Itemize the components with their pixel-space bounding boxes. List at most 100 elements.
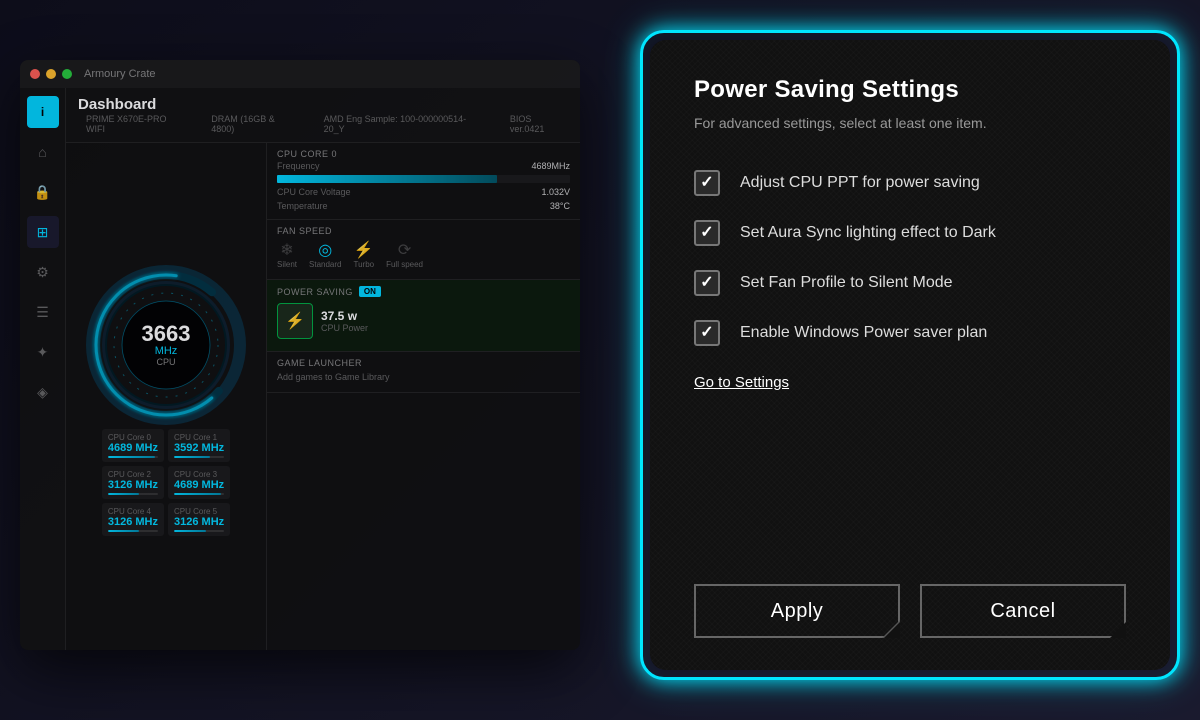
titlebar: Armoury Crate — [20, 60, 580, 88]
motherboard-info: PRIME X670E-PRO WIFI — [86, 114, 187, 134]
voltage-row: CPU Core Voltage 1.032V — [277, 185, 570, 199]
dialog-wrapper: Power Saving Settings For advanced setti… — [640, 30, 1180, 680]
asus-icon: ⚡ — [277, 303, 313, 339]
sidebar-icon-home[interactable]: ⌂ — [27, 136, 59, 168]
cpu-core-item-4: CPU Core 4 3126 MHz — [102, 503, 164, 536]
cpu-core-value-4: 3126 MHz — [108, 516, 158, 528]
checkbox-label-0: Adjust CPU PPT for power saving — [740, 174, 980, 192]
fan-fullspeed[interactable]: ⟳ Full speed — [386, 240, 423, 269]
fan-silent[interactable]: ❄ Silent — [277, 240, 297, 269]
checkmark-3: ✓ — [700, 325, 713, 341]
apply-button[interactable]: Apply — [694, 584, 900, 638]
main-content: Dashboard PRIME X670E-PRO WIFI DRAM (16G… — [66, 88, 580, 650]
gauge-label: CPU — [142, 357, 191, 367]
cpu-core-item-5: CPU Core 5 3126 MHz — [168, 503, 230, 536]
sidebar-icon-monitor[interactable]: ⊞ — [27, 216, 59, 248]
fan-modes: ❄ Silent ◎ Standard ⚡ Turbo — [277, 236, 570, 273]
dialog-content: Power Saving Settings For advanced setti… — [650, 40, 1170, 564]
checkbox-2[interactable]: ✓ — [694, 270, 720, 296]
temp-value: 38°C — [550, 201, 570, 211]
right-panel: CPU Core 0 Frequency 4689MHz CPU Core Vo… — [266, 143, 580, 650]
checkbox-label-2: Set Fan Profile to Silent Mode — [740, 274, 953, 292]
sidebar-icon-sliders[interactable]: ⚙ — [27, 256, 59, 288]
dialog-title: Power Saving Settings — [694, 76, 1126, 104]
gauge-value: 3663 — [142, 323, 191, 345]
checkbox-item-0: ✓ Adjust CPU PPT for power saving — [694, 170, 1126, 196]
checkbox-item-1: ✓ Set Aura Sync lighting effect to Dark — [694, 220, 1126, 246]
checkbox-label-3: Enable Windows Power saver plan — [740, 324, 987, 342]
power-saving-row: Power Saving ON — [277, 286, 570, 297]
fan-standard[interactable]: ◎ Standard — [309, 240, 341, 269]
cpu-core0-section: CPU Core 0 Frequency 4689MHz CPU Core Vo… — [267, 143, 580, 220]
app-title: Armoury Crate — [84, 68, 156, 80]
armoury-window: Armoury Crate i ⌂ 🔒 ⊞ ⚙ ☰ ✦ ◈ Dashboard … — [20, 60, 580, 650]
temp-label: Temperature — [277, 201, 328, 211]
game-launcher-add: Add games to Game Library — [277, 368, 570, 386]
cpu-core-bar-3 — [174, 493, 221, 495]
cpu-core-value-0: 4689 MHz — [108, 442, 158, 454]
game-launcher-title: Game Launcher — [277, 358, 570, 368]
power-item: ⚡ 37.5 w CPU Power — [277, 297, 570, 345]
armoury-body: i ⌂ 🔒 ⊞ ⚙ ☰ ✦ ◈ Dashboard PRIME X670E-PR… — [20, 88, 580, 650]
sidebar-icon-info[interactable]: i — [27, 96, 59, 128]
cpu-core-label-5: CPU Core 5 — [174, 507, 224, 516]
cpu-core-item-1: CPU Core 1 3592 MHz — [168, 429, 230, 462]
titlebar-maximize[interactable] — [62, 69, 72, 79]
checkmark-2: ✓ — [700, 275, 713, 291]
voltage-label: CPU Core Voltage — [277, 187, 351, 197]
checkbox-item-3: ✓ Enable Windows Power saver plan — [694, 320, 1126, 346]
checkbox-item-2: ✓ Set Fan Profile to Silent Mode — [694, 270, 1126, 296]
goto-settings-link[interactable]: Go to Settings — [694, 374, 1126, 391]
cpu-core0-section-title: CPU Core 0 — [277, 149, 570, 159]
sidebar-icon-users[interactable]: ☰ — [27, 296, 59, 328]
cpu-core-value-3: 4689 MHz — [174, 479, 224, 491]
cpu-core-value-2: 3126 MHz — [108, 479, 158, 491]
cpu-core-bar-0 — [108, 456, 155, 458]
power-saving-section: Power Saving ON ⚡ 37.5 w CPU Power — [267, 280, 580, 352]
cancel-button[interactable]: Cancel — [920, 584, 1126, 638]
power-info: 37.5 w CPU Power — [321, 309, 368, 333]
fan-speed-title: Fan Speed — [277, 226, 570, 236]
cpu-core-item-0: CPU Core 0 4689 MHz — [102, 429, 164, 462]
cpu-core-label-3: CPU Core 3 — [174, 470, 224, 479]
freq-label: Frequency — [277, 161, 320, 171]
checkbox-label-1: Set Aura Sync lighting effect to Dark — [740, 224, 996, 242]
power-sublabel: CPU Power — [321, 323, 368, 333]
titlebar-close[interactable] — [30, 69, 40, 79]
sidebar-icon-lightbulb[interactable]: ✦ — [27, 336, 59, 368]
freq-bar — [277, 175, 497, 183]
dram-info: DRAM (16GB & 4800) — [211, 114, 299, 134]
cpu-core-label-4: CPU Core 4 — [108, 507, 158, 516]
checkbox-3[interactable]: ✓ — [694, 320, 720, 346]
gauge-container: 3663 MHz CPU — [86, 265, 246, 425]
cpu-core-value-1: 3592 MHz — [174, 442, 224, 454]
power-watt: 37.5 w — [321, 309, 368, 323]
checkmark-1: ✓ — [700, 225, 713, 241]
cpu-core-bar-1 — [174, 456, 210, 458]
bios-info: BIOS ver.0421 — [510, 114, 568, 134]
dialog-footer: Apply Cancel — [650, 564, 1170, 670]
sidebar-icon-gamepad[interactable]: ◈ — [27, 376, 59, 408]
sidebar: i ⌂ 🔒 ⊞ ⚙ ☰ ✦ ◈ — [20, 88, 66, 650]
checkbox-0[interactable]: ✓ — [694, 170, 720, 196]
cpu-core-label-1: CPU Core 1 — [174, 433, 224, 442]
power-toggle[interactable]: ON — [359, 286, 381, 297]
checkbox-1[interactable]: ✓ — [694, 220, 720, 246]
cpu-core-value-5: 3126 MHz — [174, 516, 224, 528]
freq-value: 4689MHz — [531, 161, 570, 171]
checkmark-0: ✓ — [700, 175, 713, 191]
game-launcher-section: Game Launcher Add games to Game Library — [267, 352, 580, 393]
gauge-center: 3663 MHz CPU — [142, 323, 191, 367]
sidebar-icon-lock[interactable]: 🔒 — [27, 176, 59, 208]
page-title: Dashboard — [78, 96, 156, 113]
voltage-value: 1.032V — [541, 187, 570, 197]
cpu-core-bar-4 — [108, 530, 140, 532]
system-info: PRIME X670E-PRO WIFI DRAM (16GB & 4800) … — [78, 114, 568, 134]
titlebar-minimize[interactable] — [46, 69, 56, 79]
gauge-unit: MHz — [142, 345, 191, 357]
cpu-core-item-3: CPU Core 3 4689 MHz — [168, 466, 230, 499]
cpu-core-bar-5 — [174, 530, 206, 532]
temp-row: Temperature 38°C — [277, 199, 570, 213]
fan-turbo[interactable]: ⚡ Turbo — [353, 240, 374, 269]
dialog-box: Power Saving Settings For advanced setti… — [650, 40, 1170, 670]
